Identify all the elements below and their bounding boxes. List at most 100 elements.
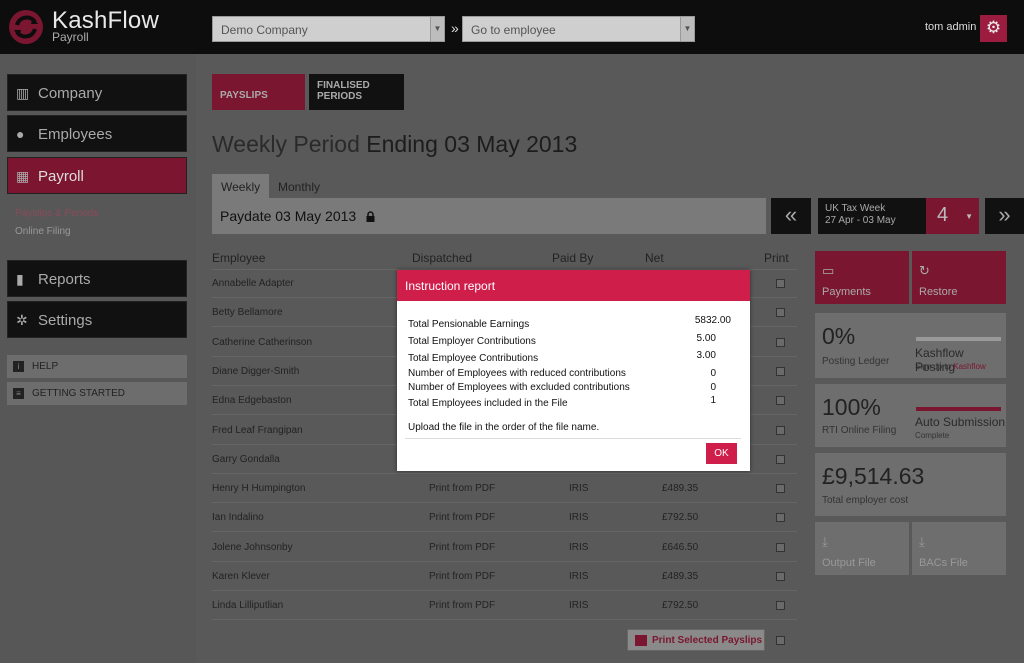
print-checkbox[interactable]	[776, 484, 785, 494]
next-period-button[interactable]: »	[985, 198, 1024, 234]
report-label: Total Employees included in the File	[408, 398, 568, 409]
table-row[interactable]: Jolene Johnsonby Print from PDF IRIS £646.5…	[212, 533, 797, 562]
sidebar: ▥ Company ● Employees ▦ Payroll Payslips…	[0, 54, 196, 663]
report-label: Total Employee Contributions	[408, 353, 539, 364]
sidebar-item-settings[interactable]: ✲ Settings	[7, 301, 187, 338]
tab-weekly[interactable]: Weekly	[212, 174, 270, 199]
sidebar-item-company[interactable]: ▥ Company	[7, 74, 187, 111]
print-checkbox[interactable]	[776, 572, 785, 581]
getting-started-button[interactable]: ≡ GETTING STARTED	[7, 382, 187, 405]
employee-name[interactable]: Linda Lilliputlian	[212, 600, 283, 611]
sidebar-item-label: Payroll	[38, 168, 84, 185]
employee-name[interactable]: Diane Digger-Smith	[212, 366, 299, 377]
rti-filing-tile[interactable]: 100% RTI Online Filing Auto Submission C…	[815, 384, 1006, 447]
print-checkbox[interactable]	[776, 308, 785, 318]
kashflow-logo-icon[interactable]	[8, 9, 44, 45]
print-checkbox[interactable]	[776, 542, 785, 552]
print-checkbox[interactable]	[776, 454, 785, 464]
employee-name[interactable]: Ian Indalino	[212, 512, 264, 523]
column-header-employee[interactable]: Employee	[212, 251, 265, 265]
table-row[interactable]: Ian Indalino Print from PDF IRIS £792.50	[212, 503, 797, 533]
user-icon: ●	[16, 126, 25, 142]
auto-submission-status: Complete	[915, 431, 950, 440]
page-title-prefix: Weekly Period	[212, 131, 360, 157]
table-row[interactable]: Henry H Humpington Print from PDF IRIS £489…	[212, 474, 797, 504]
tab-monthly[interactable]: Monthly	[269, 174, 329, 199]
report-row: Number of Employees with excluded contri…	[408, 382, 731, 393]
company-select[interactable]: Demo Company ▼	[212, 16, 445, 42]
prev-period-button[interactable]: «	[771, 198, 811, 234]
kashflow-signup-link[interactable]: Kashflow	[953, 362, 985, 371]
download-icon: ⤓	[822, 534, 828, 549]
employee-name[interactable]: Betty Bellamore	[212, 307, 283, 318]
sidebar-item-payroll[interactable]: ▦ Payroll	[7, 157, 187, 194]
employee-name[interactable]: Jolene Johnsonby	[212, 542, 293, 553]
employee-select[interactable]: Go to employee ▼	[462, 16, 695, 42]
report-row: Total Pensionable Earnings 5832.00	[408, 315, 731, 330]
user-name[interactable]: tom admin	[925, 21, 976, 33]
report-row: Number of Employees with reduced contrib…	[408, 368, 731, 379]
print-button-label: Print Selected Payslips	[652, 635, 763, 646]
print-checkbox[interactable]	[776, 337, 785, 347]
print-selected-payslips-button[interactable]: Print Selected Payslips	[627, 629, 765, 651]
sidebar-sub-online-filing[interactable]: Online Filing	[15, 226, 71, 237]
paid-by-value: IRIS	[569, 512, 589, 524]
print-checkbox[interactable]	[776, 425, 785, 435]
restore-button[interactable]: ↻ Restore	[912, 251, 1006, 304]
employee-name[interactable]: Henry H Humpington	[212, 483, 305, 494]
rti-progress-bar	[916, 407, 1001, 411]
report-row: Total Employees included in the File 1	[408, 395, 731, 409]
cogs-icon: ✲	[16, 312, 28, 328]
report-value: 1	[710, 395, 716, 406]
print-checkbox[interactable]	[776, 513, 785, 523]
print-checkbox[interactable]	[776, 601, 785, 611]
bacs-file-button[interactable]: ⤓ BACs File	[912, 522, 1006, 575]
tax-week-label: UK Tax Week	[825, 203, 886, 214]
paid-by-value: IRIS	[569, 571, 589, 582]
dialog-title: Instruction report	[397, 270, 750, 301]
help-button[interactable]: i HELP	[7, 355, 187, 378]
rti-filing-label: RTI Online Filing	[822, 425, 897, 436]
table-row[interactable]: Linda Lilliputlian Print from PDF IRIS £792…	[212, 591, 797, 621]
week-number-select[interactable]: 4 ▼	[926, 198, 979, 234]
tab-finalised-periods[interactable]: FINALISED PERIODS	[309, 74, 404, 110]
report-label: Number of Employees with reduced contrib…	[408, 368, 626, 379]
employee-name[interactable]: Fred Leaf Frangipan	[212, 425, 303, 436]
report-label: Total Employer Contributions	[408, 336, 536, 347]
sidebar-sub-payslips[interactable]: Payslips & Periods	[15, 208, 98, 219]
net-value: £792.50	[662, 600, 699, 612]
gear-icon[interactable]: ⚙	[980, 15, 1007, 42]
print-checkbox[interactable]	[776, 366, 785, 376]
column-header-net[interactable]: Net	[645, 251, 664, 265]
tab-payslips[interactable]: PAYSLIPS	[212, 74, 305, 110]
output-file-button[interactable]: ⤓ Output File	[815, 522, 909, 575]
column-header-print[interactable]: Print	[764, 251, 789, 265]
report-value: 5.00	[696, 333, 716, 344]
instruction-report-dialog: Instruction report Total Pensionable Ear…	[397, 270, 750, 471]
posting-percent: 0%	[822, 323, 856, 349]
rti-percent: 100%	[822, 394, 881, 420]
calculator-icon: ▦	[16, 168, 30, 184]
column-header-paid-by[interactable]: Paid By	[552, 251, 593, 265]
print-checkbox[interactable]	[776, 396, 785, 406]
sidebar-item-reports[interactable]: ▮ Reports	[7, 260, 187, 297]
employee-name[interactable]: Catherine Catherinson	[212, 337, 312, 348]
dispatched-value: Print from PDF	[429, 571, 496, 582]
employee-name[interactable]: Edna Edgebaston	[212, 395, 292, 406]
page-title: Weekly Period Ending 03 May 2013	[212, 131, 577, 158]
column-header-dispatched[interactable]: Dispatched	[412, 251, 472, 265]
employee-name[interactable]: Annabelle Adapter	[212, 278, 294, 289]
select-all-checkbox[interactable]	[776, 636, 785, 645]
print-checkbox[interactable]	[776, 279, 785, 288]
auto-submission-label: Auto Submission	[915, 415, 1006, 429]
payments-button[interactable]: ▭ Payments	[815, 251, 909, 304]
table-row[interactable]: Karen Klever Print from PDF IRIS £489.35	[212, 562, 797, 591]
payments-label: Payments	[822, 286, 871, 298]
tab-label: PAYSLIPS	[220, 90, 268, 101]
employee-name[interactable]: Garry Gondalla	[212, 454, 280, 465]
ok-button[interactable]: OK	[706, 443, 737, 464]
dispatched-value: Print from PDF	[429, 541, 496, 553]
employee-name[interactable]: Karen Klever	[212, 571, 270, 582]
posting-ledger-tile[interactable]: 0% Posting Ledger Kashflow Posting Sign …	[815, 313, 1006, 378]
sidebar-item-employees[interactable]: ● Employees	[7, 115, 187, 152]
